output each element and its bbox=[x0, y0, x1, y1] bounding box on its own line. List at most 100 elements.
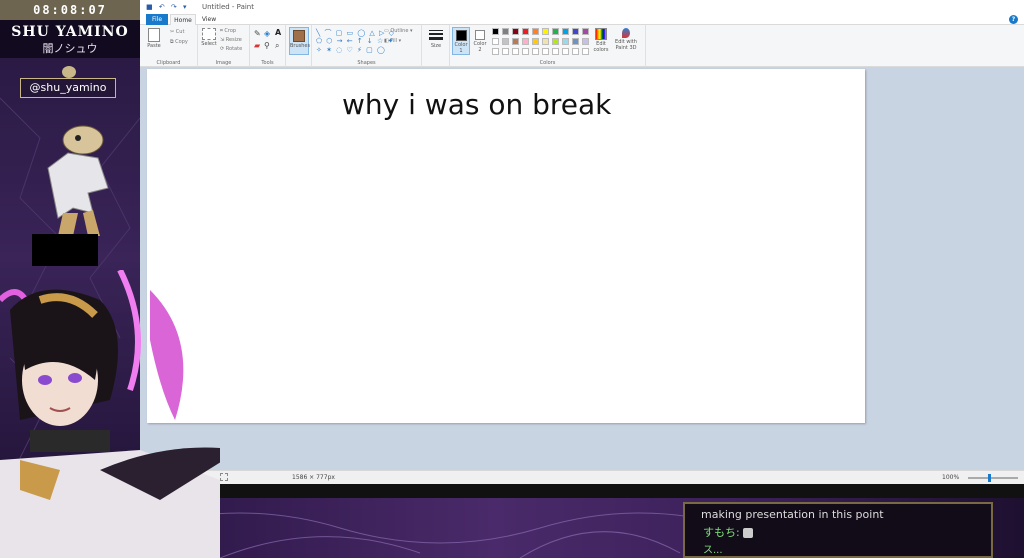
custom-swatch[interactable] bbox=[522, 48, 529, 55]
shapes-gallery-row3[interactable]: ✧ ✶ ◌ ♡ ⚡ ▢ ◯ bbox=[316, 46, 386, 54]
cut-button[interactable]: ✂ Cut bbox=[170, 29, 184, 35]
palette-swatch[interactable] bbox=[542, 28, 549, 35]
custom-swatch[interactable] bbox=[532, 48, 539, 55]
group-brushes: Brushes bbox=[286, 25, 312, 67]
rotate-label: Rotate bbox=[225, 46, 243, 52]
ribbon-tabs: File Home View ? bbox=[140, 14, 1024, 25]
help-icon[interactable]: ? bbox=[1009, 15, 1018, 24]
palette-swatch[interactable] bbox=[502, 28, 509, 35]
resize-button[interactable]: ⇲ Resize bbox=[220, 37, 242, 43]
chat-message-3: ス... bbox=[703, 545, 723, 556]
crop-button[interactable]: ⌗ Crop bbox=[220, 28, 236, 34]
pencil-icon[interactable]: ✎ bbox=[254, 29, 261, 38]
select-icon bbox=[202, 28, 216, 40]
selection-size-icon bbox=[220, 473, 228, 481]
zoom-slider-thumb[interactable] bbox=[988, 474, 991, 482]
ribbon: Paste ✂ Cut ⧉ Copy Clipboard Select ⌗ Cr… bbox=[140, 25, 1024, 67]
palette-swatch[interactable] bbox=[552, 28, 559, 35]
palette-swatch[interactable] bbox=[512, 38, 519, 45]
paint3d-icon bbox=[622, 28, 630, 38]
cut-label: Cut bbox=[175, 29, 185, 35]
twitter-handle: @shu_yamino bbox=[20, 78, 116, 98]
palette-swatch[interactable] bbox=[552, 38, 559, 45]
status-bar: 1586 × 777px 100% bbox=[140, 470, 1024, 484]
brush-icon bbox=[293, 30, 305, 42]
fill-dropdown[interactable]: ◧ Fill ▾ bbox=[384, 38, 401, 44]
size-label: Size bbox=[430, 43, 442, 49]
custom-swatch[interactable] bbox=[542, 48, 549, 55]
custom-swatch[interactable] bbox=[552, 48, 559, 55]
color1-button[interactable]: Color 1 bbox=[452, 27, 470, 55]
tab-view[interactable]: View bbox=[198, 14, 220, 25]
custom-swatch[interactable] bbox=[582, 48, 589, 55]
chat-username: すもち: bbox=[703, 526, 740, 539]
line-size-icon bbox=[429, 30, 443, 40]
group-tools: ✎ ◈ A ▰ ⚲ ⌕ Tools bbox=[250, 25, 286, 67]
select-button[interactable]: Select bbox=[200, 28, 218, 47]
palette-swatch[interactable] bbox=[562, 28, 569, 35]
magnifier-icon[interactable]: ⌕ bbox=[275, 41, 279, 51]
color1-label: Color 1 bbox=[454, 42, 468, 54]
edit-colors-button[interactable]: Edit colors bbox=[592, 27, 610, 53]
palette-swatch[interactable] bbox=[492, 28, 499, 35]
censor-box bbox=[32, 234, 98, 266]
custom-swatch[interactable] bbox=[502, 48, 509, 55]
text-tool-icon[interactable]: A bbox=[275, 28, 281, 37]
emote-icon bbox=[743, 528, 754, 538]
shapes-gallery-row2[interactable]: ⬠ ⬡ → ← ↑ ↓ ☆ ✦ bbox=[316, 37, 394, 45]
palette-swatch[interactable] bbox=[582, 38, 589, 45]
palette-swatch[interactable] bbox=[562, 38, 569, 45]
paint3d-button[interactable]: Edit with Paint 3D bbox=[612, 27, 640, 51]
outline-dropdown[interactable]: ▭ Outline ▾ bbox=[384, 28, 413, 34]
colors-group-label: Colors bbox=[539, 60, 556, 66]
brushes-button[interactable]: Brushes bbox=[289, 27, 311, 55]
window-bottom-edge bbox=[140, 484, 1024, 498]
eraser-icon[interactable]: ▰ bbox=[254, 41, 260, 50]
size-button[interactable]: Size bbox=[426, 29, 446, 49]
palette-swatch[interactable] bbox=[512, 28, 519, 35]
palette-swatch[interactable] bbox=[542, 38, 549, 45]
palette-swatch[interactable] bbox=[522, 28, 529, 35]
streamer-nameplate: SHU YAMINO 闇ノシュウ bbox=[0, 20, 140, 58]
palette-swatch[interactable] bbox=[572, 28, 579, 35]
color1-swatch bbox=[455, 30, 467, 41]
stream-clock: 08:08:07 bbox=[0, 0, 140, 20]
title-bar: ■ ↶ ↷ ▾ Untitled - Paint bbox=[140, 0, 1024, 14]
palette-swatch[interactable] bbox=[532, 28, 539, 35]
vtuber-avatar bbox=[0, 270, 220, 558]
palette-swatch[interactable] bbox=[582, 28, 589, 35]
custom-swatch[interactable] bbox=[492, 48, 499, 55]
clipboard-group-label: Clipboard bbox=[156, 60, 181, 66]
brushes-label: Brushes bbox=[290, 43, 311, 49]
resize-label: Resize bbox=[225, 37, 242, 43]
rainbow-icon bbox=[595, 28, 607, 40]
canvas-workspace: why i was on break bbox=[140, 67, 1024, 470]
tab-home[interactable]: Home bbox=[170, 14, 196, 25]
palette-swatch[interactable] bbox=[492, 38, 499, 45]
custom-swatch[interactable] bbox=[562, 48, 569, 55]
paste-button[interactable]: Paste bbox=[146, 28, 162, 49]
tab-file[interactable]: File bbox=[146, 14, 168, 25]
custom-swatch[interactable] bbox=[572, 48, 579, 55]
canvas-text: why i was on break bbox=[342, 88, 612, 121]
palette-swatch[interactable] bbox=[522, 38, 529, 45]
color2-button[interactable]: Color 2 bbox=[472, 27, 488, 53]
clipboard-icon bbox=[148, 28, 160, 42]
group-image: Select ⌗ Crop ⇲ Resize ⟳ Rotate Image bbox=[198, 25, 250, 67]
edit-colors-label: Edit colors bbox=[593, 41, 609, 53]
color2-label: Color 2 bbox=[473, 41, 487, 53]
custom-swatch[interactable] bbox=[512, 48, 519, 55]
quick-access-icons[interactable]: ■ ↶ ↷ ▾ bbox=[146, 0, 189, 14]
palette-swatch[interactable] bbox=[532, 38, 539, 45]
palette-swatch[interactable] bbox=[572, 38, 579, 45]
fill-bucket-icon[interactable]: ◈ bbox=[264, 29, 270, 38]
palette-swatch[interactable] bbox=[502, 38, 509, 45]
streamer-name: SHU YAMINO bbox=[11, 24, 129, 40]
color-picker-icon[interactable]: ⚲ bbox=[264, 41, 270, 50]
rotate-button[interactable]: ⟳ Rotate bbox=[220, 46, 242, 52]
twitter-bird-icon bbox=[62, 66, 76, 78]
zoom-slider[interactable] bbox=[968, 477, 1018, 479]
copy-button[interactable]: ⧉ Copy bbox=[170, 39, 188, 45]
group-clipboard: Paste ✂ Cut ⧉ Copy Clipboard bbox=[140, 25, 198, 67]
drawing-canvas[interactable]: why i was on break bbox=[147, 69, 865, 423]
